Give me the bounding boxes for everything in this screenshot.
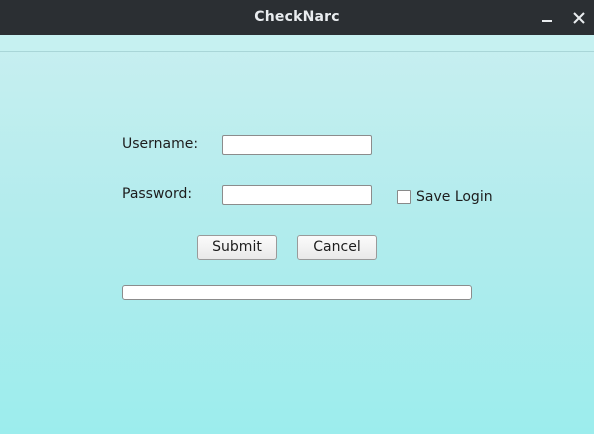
cancel-button[interactable]: Cancel [297, 235, 377, 260]
minimize-icon [542, 20, 552, 22]
close-button[interactable] [567, 6, 591, 30]
save-login-label[interactable]: Save Login [416, 189, 493, 205]
save-login-checkbox[interactable] [397, 190, 411, 204]
username-label: Username: [122, 136, 199, 152]
minimize-button[interactable] [535, 6, 559, 30]
app-window: CheckNarc Username: Password: Save Login… [0, 0, 594, 434]
save-login-option[interactable]: Save Login [397, 188, 493, 206]
login-panel: Username: Password: Save Login Submit Ca… [0, 35, 594, 434]
window-title: CheckNarc [254, 9, 340, 25]
close-icon [573, 12, 585, 24]
menu-strip [0, 35, 594, 52]
title-bar: CheckNarc [0, 0, 594, 35]
username-field[interactable] [222, 135, 372, 155]
password-field[interactable] [222, 185, 372, 205]
submit-button[interactable]: Submit [197, 235, 277, 260]
progress-bar [122, 285, 472, 300]
password-label: Password: [122, 186, 193, 202]
